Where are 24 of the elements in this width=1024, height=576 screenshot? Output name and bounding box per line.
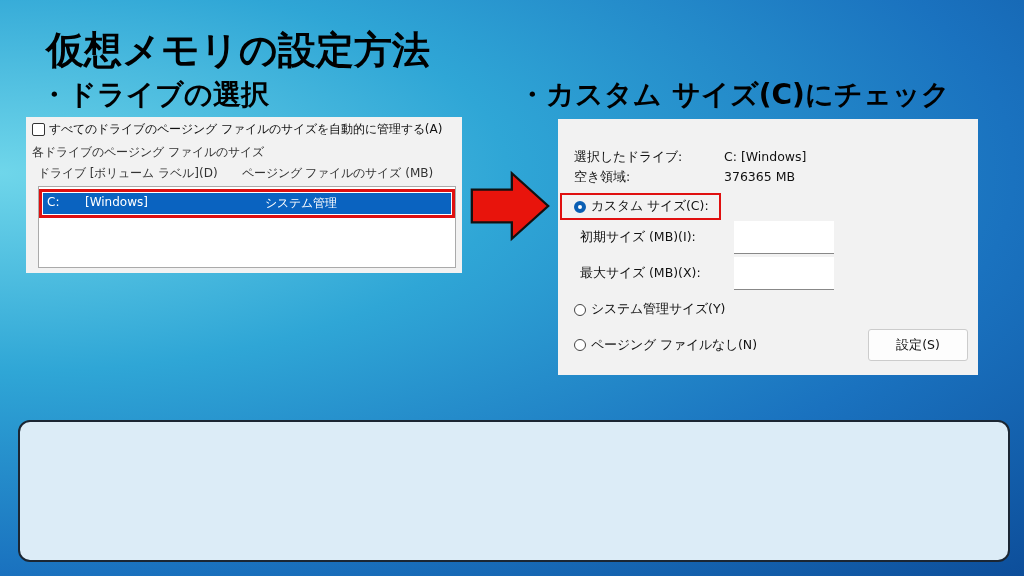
radio-option[interactable]: ページング ファイルなし(N) [562, 333, 762, 357]
column-header: ページング ファイルのサイズ (MB) [241, 165, 434, 183]
table-cell-text: C: [47, 195, 61, 212]
checkbox[interactable] [32, 123, 45, 137]
field-label: 最大サイズ (MB)(X): [580, 265, 702, 283]
info-value: C: [Windows] [724, 148, 807, 167]
set-button[interactable]: 設定(S) [868, 329, 968, 362]
table-cell-text: [Windows] [85, 195, 149, 212]
checkbox-label: すべてのドライブのページング ファイルのサイズを自動的に管理する(A) [49, 121, 443, 139]
radio-option[interactable]: カスタム サイズ(C): [562, 195, 719, 219]
field-label: 初期サイズ (MB)(I): [580, 229, 697, 247]
column-header: ドライブ [ボリューム ラベル](D) [38, 165, 218, 183]
radio-option[interactable]: システム管理サイズ(Y) [562, 298, 730, 322]
slide-title: 仮想メモリの設定方法 [46, 28, 431, 74]
info-value: 376365 MB [724, 168, 796, 187]
group-label: 各ドライブのページング ファイルのサイズ [32, 144, 265, 162]
info-label: 選択したドライブ: [574, 148, 684, 167]
step-heading: ・ドライブの選択 [40, 77, 270, 112]
step-heading: ・カスタム サイズ(C)にチェック [518, 77, 951, 112]
drive-row[interactable]: C: [Windows] システム管理 [43, 193, 451, 215]
input-field[interactable] [734, 257, 834, 291]
info-label: 空き領域: [574, 168, 632, 187]
input-field[interactable] [734, 221, 834, 255]
table-cell: システム管理 [265, 195, 337, 213]
